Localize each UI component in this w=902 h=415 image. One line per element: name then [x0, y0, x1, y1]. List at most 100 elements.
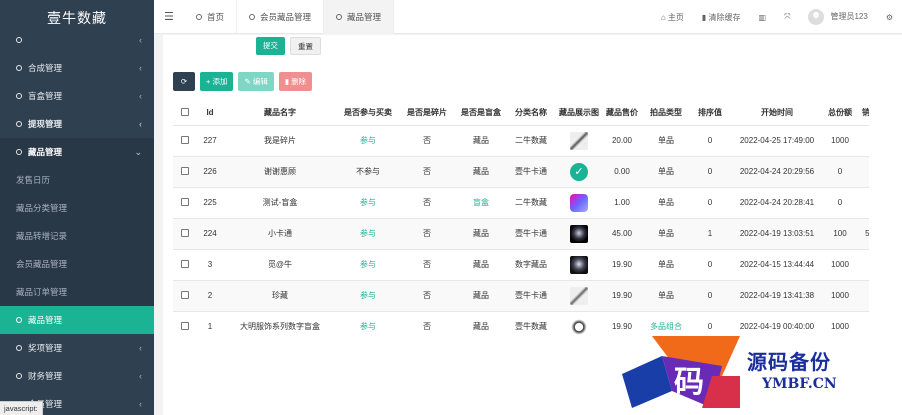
fullscreen-button[interactable]: ⤧ [775, 12, 799, 22]
row-checkbox[interactable] [181, 290, 189, 299]
collection-thumbnail[interactable] [570, 193, 588, 212]
user-menu[interactable]: 管理员123 [799, 9, 876, 25]
tab-collection-manage[interactable]: 藏品管理 [324, 0, 395, 34]
col-header-price[interactable]: 藏品售价 [603, 101, 641, 126]
hamburger-menu-icon[interactable]: ☰ [164, 10, 174, 23]
settings-button[interactable]: ⚙ [877, 13, 902, 22]
cell-start-time: 2022-04-25 17:49:00 [729, 125, 825, 157]
sidebar-item-finance[interactable]: 财务管理 ‹ [0, 362, 154, 390]
watermark-logo-char: 码 [674, 365, 704, 400]
edit-button[interactable]: ✎ 编辑 [238, 72, 274, 91]
cell-name: 我是碎片 [223, 125, 337, 157]
cell-total: 1000 [825, 125, 855, 157]
chevron-left-icon: ‹ [139, 91, 142, 101]
col-header-image[interactable]: 藏品展示图 [555, 101, 603, 126]
submit-button[interactable]: 提交 [256, 37, 285, 55]
cell-total: 100 [825, 218, 855, 250]
sidebar-subitem-calendar[interactable]: 发售日历 [0, 166, 154, 194]
cell-category: 数字藏品 [507, 249, 555, 281]
clear-cache-button[interactable]: ▮ 清除缓存 [693, 12, 750, 23]
row-checkbox[interactable] [181, 197, 189, 206]
row-checkbox-cell[interactable] [173, 280, 197, 312]
sidebar: 壹牛数藏 ‹ 合成管理 ‹ 盲盒管理 ‹ 提现管理 ‹ 藏品管理 ⌄ 发售日历 藏品分类… [0, 0, 154, 415]
sidebar-submenu: 发售日历 藏品分类管理 藏品转增记录 会员藏品管理 藏品订单管理 藏品管理 [0, 166, 154, 334]
col-header-sort[interactable]: 排序值 [691, 101, 729, 126]
col-header-fragment[interactable]: 是否是碎片 [399, 101, 455, 126]
col-header-total[interactable]: 总份额 [825, 101, 855, 126]
tab-home[interactable]: 首页 [184, 0, 238, 34]
cell-category: 壹牛卡通 [507, 218, 555, 250]
data-table: Id 藏品名字 是否参与买卖 是否是碎片 是否是盲盒 分类名称 藏品展示图 藏品… [173, 101, 869, 341]
collection-thumbnail[interactable] [570, 131, 588, 150]
table-row[interactable]: 2 珍藏 参与否藏品 壹牛卡通 19.90 单品 0 2022-04-19 13:41:38 1… [173, 280, 869, 312]
home-link[interactable]: ⌂ 主页 [652, 12, 693, 23]
col-header-id[interactable]: Id [197, 101, 223, 126]
row-checkbox[interactable] [181, 228, 189, 237]
row-checkbox-cell[interactable] [173, 218, 197, 250]
table-row[interactable]: 226 谢谢惠顾 不参与否藏品 壹牛卡通 ✓ 0.00 单品 0 2022-04-24 20:2… [173, 156, 869, 188]
row-checkbox[interactable] [181, 259, 189, 268]
row-checkbox[interactable] [181, 321, 189, 330]
col-header-sold[interactable]: 销售量 [855, 101, 869, 126]
cell-id: 224 [197, 218, 223, 250]
add-button[interactable]: + 添加 [200, 72, 234, 91]
cell-price: 20.00 [603, 125, 641, 157]
sidebar-item-blindbox[interactable]: 盲盒管理 ‹ [0, 82, 154, 110]
table-row[interactable]: 227 我是碎片 参与否藏品 二牛数藏 20.00 单品 0 2022-04-25 17:49… [173, 125, 869, 157]
select-all-checkbox-cell[interactable] [173, 101, 197, 126]
col-header-name[interactable]: 藏品名字 [223, 101, 337, 126]
table-row[interactable]: 224 小卡通 参与否藏品 壹牛卡通 45.00 单品 1 2022-04-19 13:03:… [173, 218, 869, 250]
data-table-wrapper[interactable]: Id 藏品名字 是否参与买卖 是否是碎片 是否是盲盒 分类名称 藏品展示图 藏品… [173, 101, 869, 341]
sidebar-item-partial[interactable]: ‹ [0, 26, 154, 54]
cell-name: 谢谢惠顾 [223, 156, 337, 188]
sidebar-subitem-member-collections[interactable]: 会员藏品管理 [0, 250, 154, 278]
cell-trade: 参与 [337, 249, 399, 281]
col-header-category[interactable]: 分类名称 [507, 101, 555, 126]
col-header-type[interactable]: 拍品类型 [641, 101, 691, 126]
table-row[interactable]: 225 测试-盲盒 参与否盲盒 二牛数藏 1.00 单品 0 2022-04-24 20:28… [173, 187, 869, 219]
sidebar-subitem-category[interactable]: 藏品分类管理 [0, 194, 154, 222]
sidebar-subitem-transfer[interactable]: 藏品转增记录 [0, 222, 154, 250]
row-checkbox[interactable] [181, 135, 189, 144]
sidebar-item-collections[interactable]: 藏品管理 ⌄ [0, 138, 154, 166]
sidebar-item-awards[interactable]: 奖项管理 ‹ [0, 334, 154, 362]
cell-fragment: 否 [399, 125, 455, 157]
col-header-trade[interactable]: 是否参与买卖 [337, 101, 399, 126]
cell-sort: 0 [691, 280, 729, 312]
cell-trade: 参与 [337, 125, 399, 157]
cell-id: 225 [197, 187, 223, 219]
topbar: ☰ 首页 会员藏品管理 藏品管理 ⌂ 主页 ▮ 清除缓存 ▥ ⤧ 管理员123 … [154, 0, 902, 34]
row-checkbox-cell[interactable] [173, 187, 197, 219]
sidebar-subitem-orders[interactable]: 藏品订单管理 [0, 278, 154, 306]
refresh-button[interactable]: ⟳ [173, 72, 195, 91]
reset-button[interactable]: 重置 [290, 37, 321, 55]
tab-member-collections[interactable]: 会员藏品管理 [237, 0, 325, 34]
circle-icon [196, 13, 202, 20]
row-checkbox-cell[interactable] [173, 311, 197, 341]
collection-thumbnail[interactable] [570, 317, 588, 336]
lock-screen-button[interactable]: ▥ [750, 13, 776, 22]
row-checkbox-cell[interactable] [173, 156, 197, 188]
row-checkbox-cell[interactable] [173, 249, 197, 281]
cell-sold: 0 [855, 156, 869, 188]
collection-thumbnail[interactable]: ✓ [570, 162, 588, 181]
select-all-checkbox[interactable] [181, 107, 189, 116]
cell-sort: 0 [691, 156, 729, 188]
sidebar-item-withdraw[interactable]: 提现管理 ‹ [0, 110, 154, 138]
cell-blindbox: 藏品 [455, 249, 507, 281]
cell-image [555, 187, 603, 219]
table-row[interactable]: 3 觅@牛 参与否藏品 数字藏品 19.90 单品 0 2022-04-15 13:44:44… [173, 249, 869, 281]
col-header-start-time[interactable]: 开始时间 [729, 101, 825, 126]
collection-thumbnail[interactable] [570, 224, 588, 243]
sidebar-subitem-collection-manage[interactable]: 藏品管理 [0, 306, 154, 334]
cell-fragment: 否 [399, 156, 455, 188]
circle-icon [16, 148, 22, 155]
delete-button[interactable]: ▮ 删除 [278, 72, 313, 91]
col-header-blindbox[interactable]: 是否是盲盒 [455, 101, 507, 126]
row-checkbox[interactable] [181, 166, 189, 175]
row-checkbox-cell[interactable] [173, 125, 197, 157]
sidebar-item-synthesis[interactable]: 合成管理 ‹ [0, 54, 154, 82]
collection-thumbnail[interactable] [570, 286, 588, 305]
cell-image: ✓ [555, 156, 603, 188]
collection-thumbnail[interactable] [570, 255, 588, 274]
